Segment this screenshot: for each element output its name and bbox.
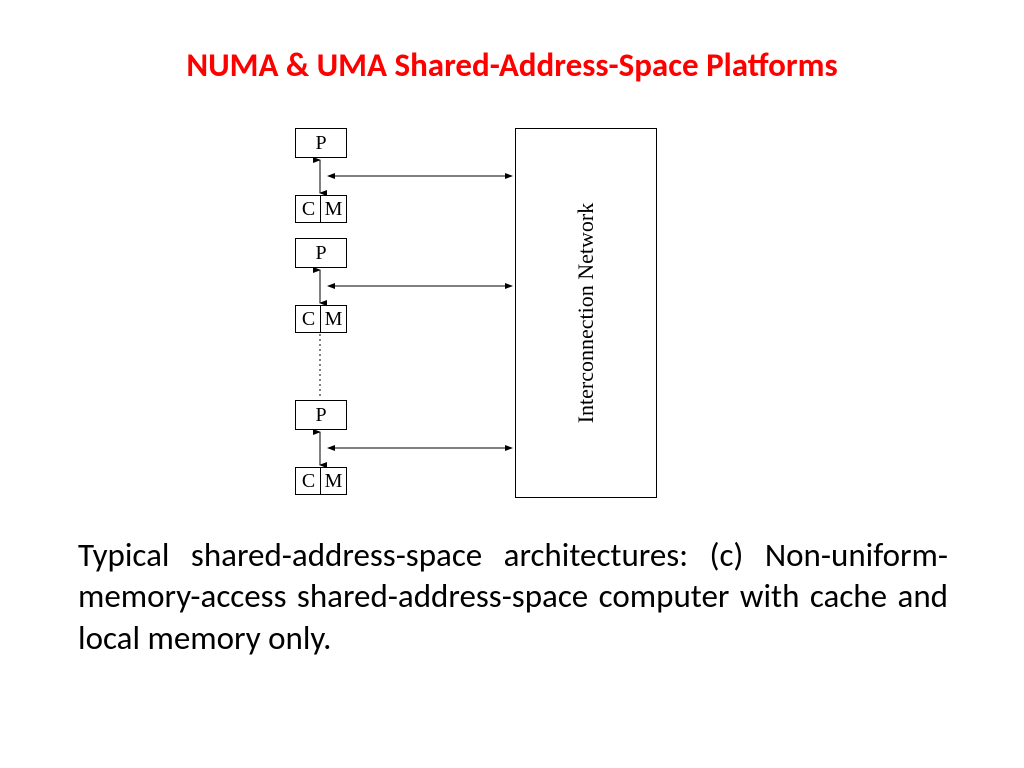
interconnection-network-box: Interconnection Network	[515, 128, 657, 498]
memory-box-2: M	[320, 305, 347, 333]
cache-box-1: C	[295, 195, 322, 223]
slide-caption: Typical shared-address-space architectur…	[78, 535, 948, 659]
interconnection-network-label: Interconnection Network	[573, 203, 599, 424]
cache-box-3: C	[295, 467, 322, 495]
processor-box-3: P	[295, 400, 347, 430]
cache-box-2: C	[295, 305, 322, 333]
architecture-diagram: P C M P C M P C M Interconnection Networ…	[290, 120, 670, 510]
memory-box-3: M	[320, 467, 347, 495]
memory-box-1: M	[320, 195, 347, 223]
slide-title: NUMA & UMA Shared-Address-Space Platform…	[0, 45, 1024, 85]
processor-box-2: P	[295, 238, 347, 268]
processor-box-1: P	[295, 128, 347, 158]
